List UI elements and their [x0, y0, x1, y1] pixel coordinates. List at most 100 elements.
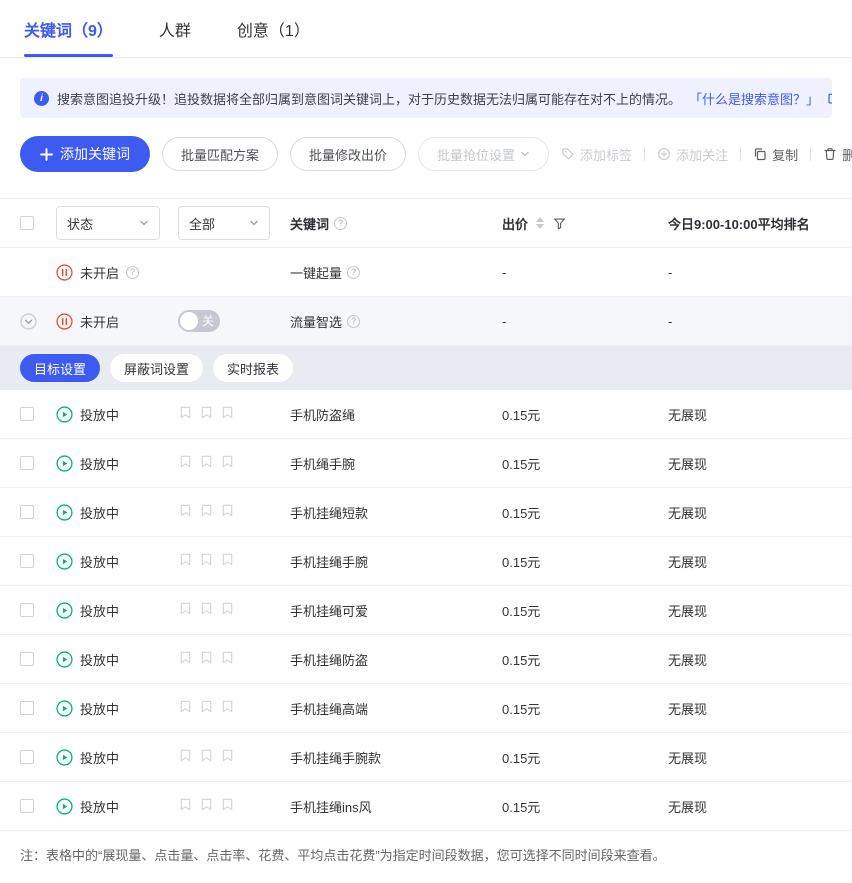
external-link-icon[interactable]	[827, 92, 832, 105]
bookmark-icon[interactable]	[220, 405, 235, 420]
row-status: 投放中	[80, 748, 119, 767]
play-status-icon	[56, 455, 73, 472]
row-checkbox[interactable]	[20, 603, 34, 617]
row-checkbox[interactable]	[20, 652, 34, 666]
row-keyword: 手机挂绳手腕款	[290, 751, 381, 766]
filter-icon[interactable]	[553, 217, 566, 230]
row-rank: -	[668, 265, 672, 280]
row-tool-icons	[178, 601, 235, 616]
bookmark-icon[interactable]	[199, 454, 214, 469]
keyword-column-header: 关键词	[290, 214, 329, 233]
pause-status-icon	[56, 264, 73, 281]
row-bid: 0.15元	[502, 408, 540, 423]
expand-chevron-icon[interactable]	[20, 313, 37, 330]
add-follow-label: 添加关注	[676, 145, 728, 164]
bookmark-icon[interactable]	[220, 601, 235, 616]
row-checkbox[interactable]	[20, 456, 34, 470]
tag-icon	[561, 147, 575, 161]
batch-bid-button[interactable]: 批量修改出价	[290, 137, 406, 171]
row-bid: 0.15元	[502, 457, 540, 472]
bookmark-icon[interactable]	[199, 503, 214, 518]
table-row-keyword: 投放中 手机挂绳可爱 0.15元 无展现	[0, 586, 852, 635]
tab-keywords[interactable]: 关键词（9）	[24, 0, 113, 57]
bookmark-icon[interactable]	[178, 650, 193, 665]
copy-button[interactable]: 复制	[753, 145, 798, 164]
rank-column-header: 今日9:00-10:00平均排名	[668, 214, 810, 233]
tab-creative[interactable]: 创意（1）	[237, 0, 310, 57]
add-tag-button[interactable]: 添加标签	[561, 145, 632, 164]
row-status: 投放中	[80, 699, 119, 718]
table-row-keyword: 投放中 手机挂绳手腕 0.15元 无展现	[0, 537, 852, 586]
bookmark-icon[interactable]	[220, 797, 235, 812]
bookmark-icon[interactable]	[220, 454, 235, 469]
row-rank: 无展现	[668, 604, 707, 619]
bookmark-icon[interactable]	[199, 601, 214, 616]
row-checkbox[interactable]	[20, 407, 34, 421]
bookmark-icon[interactable]	[220, 552, 235, 567]
bookmark-icon[interactable]	[220, 748, 235, 763]
add-keyword-button[interactable]: 添加关键词	[20, 136, 150, 172]
bookmark-icon[interactable]	[178, 503, 193, 518]
bookmark-icon[interactable]	[199, 748, 214, 763]
bookmark-icon[interactable]	[199, 405, 214, 420]
bookmark-icon[interactable]	[178, 699, 193, 714]
scope-filter-select[interactable]: 全部	[178, 206, 270, 240]
row-feature-name: 流量智选	[290, 312, 342, 331]
row-checkbox[interactable]	[20, 750, 34, 764]
bookmark-icon[interactable]	[178, 552, 193, 567]
banner-link[interactable]: 「什么是搜索意图？」	[689, 89, 819, 108]
tab-audience[interactable]: 人群	[159, 0, 191, 57]
add-follow-button[interactable]: 添加关注	[657, 145, 728, 164]
bookmark-icon[interactable]	[178, 405, 193, 420]
subtab-bar: 目标设置 屏蔽词设置 实时报表	[0, 346, 852, 390]
keyword-table: 状态 全部 关键词 ? 出价 今日9:00-10:00平均排名	[0, 198, 852, 831]
row-rank: -	[668, 314, 672, 329]
subtab-block-words[interactable]: 屏蔽词设置	[110, 354, 203, 382]
delete-button[interactable]: 删除	[823, 145, 852, 164]
table-row-keyword: 投放中 手机挂绳防盗 0.15元 无展现	[0, 635, 852, 684]
bookmark-icon[interactable]	[178, 601, 193, 616]
status-filter-select[interactable]: 状态	[56, 206, 160, 240]
row-checkbox[interactable]	[20, 701, 34, 715]
tab-audience-label: 人群	[159, 17, 191, 41]
banner-text: 搜索意图追投升级！追投数据将全部归属到意图词关键词上，对于历史数据无法归属可能存…	[57, 89, 681, 108]
bookmark-icon[interactable]	[178, 454, 193, 469]
bookmark-icon[interactable]	[199, 552, 214, 567]
table-row-keyword: 投放中 手机挂绳短款 0.15元 无展现	[0, 488, 852, 537]
row-status: 投放中	[80, 454, 119, 473]
row-status: 投放中	[80, 405, 119, 424]
bookmark-icon[interactable]	[178, 748, 193, 763]
row-keyword: 手机挂绳防盗	[290, 653, 368, 668]
help-icon[interactable]: ?	[347, 266, 360, 279]
copy-label: 复制	[772, 145, 798, 164]
row-checkbox[interactable]	[20, 505, 34, 519]
play-status-icon	[56, 700, 73, 717]
row-checkbox[interactable]	[20, 554, 34, 568]
scope-filter-value: 全部	[189, 214, 215, 233]
subtab-target-settings[interactable]: 目标设置	[20, 354, 100, 382]
sort-icon[interactable]	[536, 217, 544, 229]
smart-traffic-toggle[interactable]: 关	[178, 310, 220, 332]
bookmark-icon[interactable]	[178, 797, 193, 812]
select-all-checkbox[interactable]	[20, 216, 34, 230]
bookmark-icon[interactable]	[220, 650, 235, 665]
chevron-down-icon	[249, 218, 259, 228]
batch-bid-label: 批量修改出价	[309, 145, 387, 164]
row-keyword: 手机挂绳手腕	[290, 555, 368, 570]
batch-rank-button[interactable]: 批量抢位设置	[418, 137, 549, 171]
row-status: 投放中	[80, 552, 119, 571]
subtab-realtime-report[interactable]: 实时报表	[213, 354, 293, 382]
bookmark-icon[interactable]	[199, 699, 214, 714]
help-icon[interactable]: ?	[347, 315, 360, 328]
toggle-knob	[180, 312, 198, 330]
help-icon[interactable]: ?	[334, 217, 347, 230]
row-bid: 0.15元	[502, 702, 540, 717]
bookmark-icon[interactable]	[220, 503, 235, 518]
row-checkbox[interactable]	[20, 799, 34, 813]
bookmark-icon[interactable]	[199, 797, 214, 812]
help-icon[interactable]: ?	[126, 266, 139, 279]
table-row-keyword: 投放中 手机防盗绳 0.15元 无展现	[0, 390, 852, 439]
batch-match-button[interactable]: 批量匹配方案	[162, 137, 278, 171]
bookmark-icon[interactable]	[199, 650, 214, 665]
bookmark-icon[interactable]	[220, 699, 235, 714]
